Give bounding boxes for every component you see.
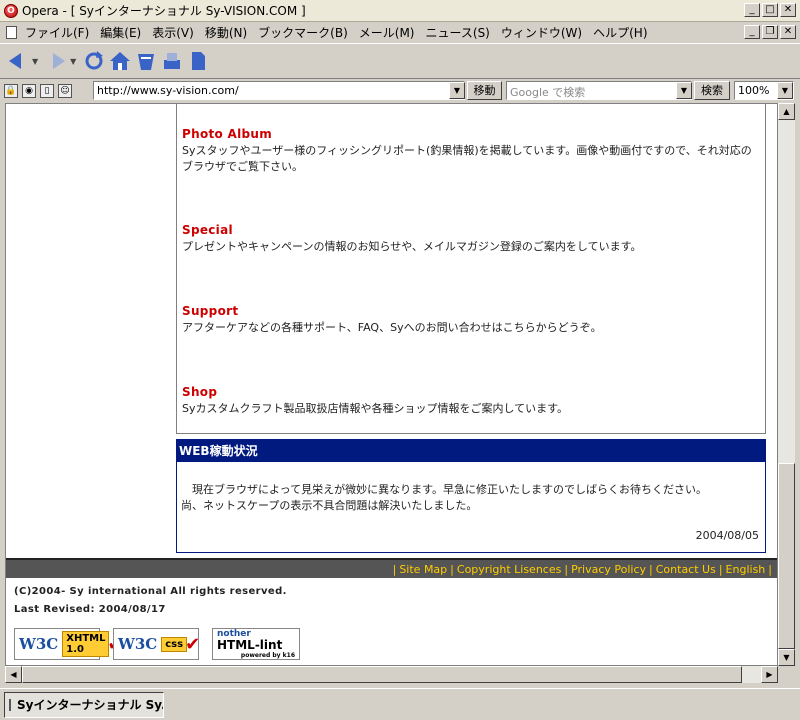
- w3c-logo-icon: W3C: [19, 635, 59, 653]
- vertical-scrollbar[interactable]: ▲ ▼: [778, 103, 795, 666]
- last-revised-text: Last Revised: 2004/08/17: [14, 604, 166, 615]
- page-tab-title: Syインターナショナル Sy...: [17, 698, 164, 712]
- user-icon[interactable]: ☺: [58, 84, 72, 98]
- page-viewport: Photo Album Syスタッフやユーザー様のフィッシングリポート(釣果情報…: [5, 103, 778, 666]
- page-button[interactable]: [186, 49, 210, 73]
- web-status-text: 現在ブラウザによって見栄えが微妙に異なります。早急に修正いたしますのでしばらくお…: [177, 462, 765, 514]
- footer-link-copyright[interactable]: Copyright Lisences: [457, 563, 561, 576]
- forward-icon: [53, 53, 66, 69]
- forward-history-arrow-icon[interactable]: ▼: [70, 57, 76, 66]
- scroll-up-button[interactable]: ▲: [778, 103, 795, 120]
- web-status-date: 2004/08/05: [695, 529, 759, 542]
- title-bar: O Opera - [ Syインターナショナル Sy-VISION.COM ]: [0, 0, 800, 22]
- menu-mail[interactable]: メール(M): [359, 24, 415, 41]
- menu-news[interactable]: ニュース(S): [425, 24, 489, 41]
- hotlist-button[interactable]: [134, 49, 158, 73]
- section-support: Support アフターケアなどの各種サポート、FAQ、Syへのお問い合わせはこ…: [182, 304, 762, 336]
- section-shop: Shop Syカスタムクラフト製品取扱店情報や各種ショップ情報をご案内しています…: [182, 385, 762, 417]
- w3c-logo-icon: W3C: [118, 635, 158, 653]
- doc-minimize-button[interactable]: _: [744, 25, 760, 39]
- close-button[interactable]: ✕: [780, 3, 796, 17]
- valid-xhtml-badge[interactable]: W3C XHTML 1.0 ✔: [14, 628, 123, 660]
- menu-navigate[interactable]: 移動(N): [205, 24, 247, 41]
- section-text: Syカスタムクラフト製品取扱店情報や各種ショップ情報をご案内しています。: [182, 402, 569, 415]
- back-history-arrow-icon[interactable]: ▼: [32, 57, 38, 66]
- page-icon: [192, 52, 206, 70]
- footer-link-bar: | Site Map | Copyright Lisences | Privac…: [6, 558, 777, 578]
- document-icon: [6, 25, 17, 39]
- menu-edit[interactable]: 編集(E): [100, 24, 141, 41]
- section-heading[interactable]: Photo Album: [182, 127, 762, 141]
- minimize-button[interactable]: _: [744, 3, 760, 17]
- horizontal-scrollbar[interactable]: ◀ ▶: [5, 666, 778, 683]
- scroll-left-button[interactable]: ◀: [5, 666, 22, 683]
- maximize-button[interactable]: □: [762, 3, 778, 17]
- navigation-toolbar: ▼ ▼: [0, 43, 800, 79]
- hotlist-icon: [138, 54, 155, 70]
- search-button[interactable]: 検索: [694, 81, 730, 100]
- menu-help[interactable]: ヘルプ(H): [593, 24, 647, 41]
- lock-icon[interactable]: 🔒: [4, 84, 18, 98]
- opera-logo-icon: O: [4, 3, 18, 18]
- back-button[interactable]: [6, 49, 30, 73]
- scroll-down-button[interactable]: ▼: [778, 649, 795, 666]
- section-heading[interactable]: Shop: [182, 385, 762, 399]
- home-button[interactable]: [108, 49, 132, 73]
- menu-bar: ファイル(F) 編集(E) 表示(V) 移動(N) ブックマーク(B) メール(…: [0, 22, 800, 42]
- camera-icon[interactable]: ◉: [22, 84, 36, 98]
- footer-link-privacy[interactable]: Privacy Policy: [571, 563, 646, 576]
- print-icon: [164, 53, 181, 69]
- another-html-lint-badge[interactable]: nother HTML-lint powered by k16: [212, 628, 300, 660]
- horizontal-scroll-thumb[interactable]: [22, 666, 742, 683]
- page-icon: [9, 698, 11, 711]
- section-heading[interactable]: Support: [182, 304, 762, 318]
- back-icon: [9, 53, 21, 69]
- footer-link-contact[interactable]: Contact Us: [656, 563, 716, 576]
- web-status-heading: WEB稼動状況: [177, 440, 765, 462]
- content-box: Photo Album Syスタッフやユーザー様のフィッシングリポート(釣果情報…: [176, 104, 766, 434]
- scroll-right-button[interactable]: ▶: [761, 666, 778, 683]
- window-title: Opera - [ Syインターナショナル Sy-VISION.COM ]: [22, 4, 306, 18]
- reload-button[interactable]: [82, 49, 106, 73]
- scroll-thumb[interactable]: [778, 463, 795, 649]
- section-special: Special プレゼントやキャンペーンの情報のお知らせや、メイルマガジン登録の…: [182, 223, 762, 255]
- window-controls: _ □ ✕: [744, 3, 796, 17]
- url-dropdown-button[interactable]: ▼: [449, 82, 465, 99]
- menu-bookmarks[interactable]: ブックマーク(B): [258, 24, 348, 41]
- go-button[interactable]: 移動: [467, 81, 502, 100]
- url-input[interactable]: http://www.sy-vision.com/: [93, 81, 465, 100]
- section-text: アフターケアなどの各種サポート、FAQ、Syへのお問い合わせはこちらからどうぞ。: [182, 321, 602, 334]
- page-tab[interactable]: Syインターナショナル Sy...: [4, 691, 164, 718]
- home-icon: [110, 52, 131, 70]
- menu-file[interactable]: ファイル(F): [25, 24, 89, 41]
- footer-link-site-map[interactable]: Site Map: [399, 563, 447, 576]
- doc-restore-button[interactable]: ❐: [762, 25, 778, 39]
- menu-window[interactable]: ウィンドウ(W): [501, 24, 582, 41]
- valid-css-badge[interactable]: W3C css ✔: [113, 628, 201, 660]
- section-heading[interactable]: Special: [182, 223, 762, 237]
- zoom-dropdown[interactable]: ▼: [777, 82, 793, 99]
- page-tab-bar: Syインターナショナル Sy...: [0, 688, 800, 720]
- menu-view[interactable]: 表示(V): [152, 24, 194, 41]
- web-status-line-2: 尚、ネットスケープの表示不具合問題は解決いたしました。: [181, 499, 478, 512]
- web-status-line-1: 現在ブラウザによって見栄えが微妙に異なります。早急に修正いたしますのでしばらくお…: [181, 483, 708, 496]
- reload-icon: [85, 51, 104, 70]
- footer-link-english[interactable]: English: [726, 563, 766, 576]
- checkmark-icon: ✔: [185, 633, 201, 655]
- section-text: Syスタッフやユーザー様のフィッシングリポート(釣果情報)を掲載しています。画像…: [182, 144, 752, 173]
- search-engine-dropdown[interactable]: ▼: [676, 82, 692, 99]
- doc-close-button[interactable]: ✕: [780, 25, 796, 39]
- forward-button[interactable]: [44, 49, 68, 73]
- copyright-text: (C)2004- Sy international All rights res…: [14, 586, 287, 597]
- section-text: プレゼントやキャンペーンの情報のお知らせや、メイルマガジン登録のご案内をしていま…: [182, 240, 642, 253]
- web-status-box: WEB稼動状況 現在ブラウザによって見栄えが微妙に異なります。早急に修正いたしま…: [176, 439, 766, 553]
- section-photo-album: Photo Album Syスタッフやユーザー様のフィッシングリポート(釣果情報…: [182, 127, 762, 175]
- print-button[interactable]: [160, 49, 184, 73]
- page-info-icon[interactable]: ▯: [40, 84, 54, 98]
- document-window-controls: _ ❐ ✕: [744, 25, 796, 39]
- search-input[interactable]: Google で検索: [506, 81, 692, 100]
